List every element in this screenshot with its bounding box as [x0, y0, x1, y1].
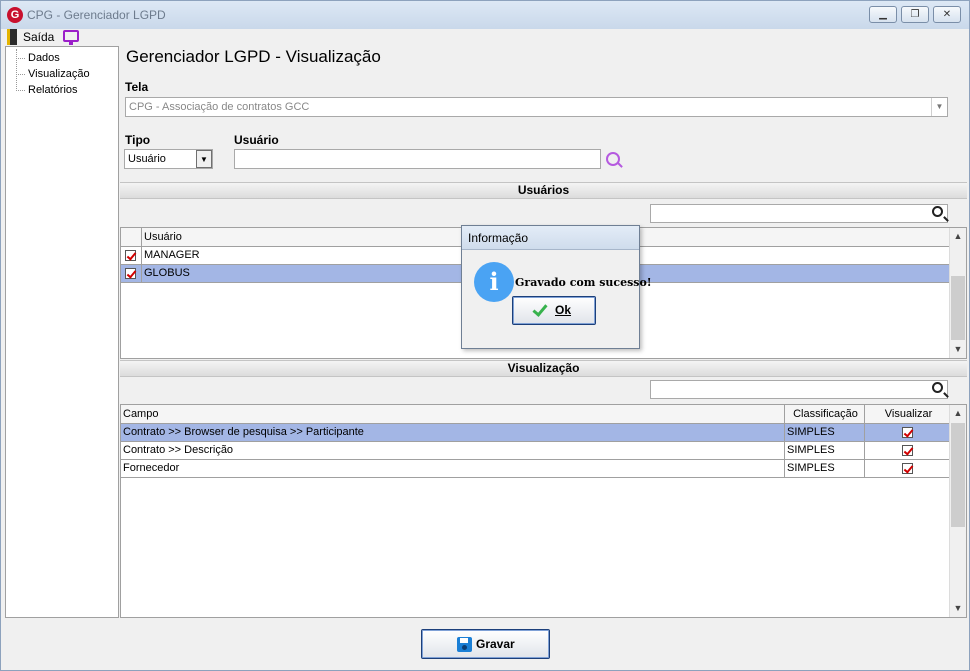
header-cell-visualizar[interactable]: Visualizar	[865, 405, 950, 424]
scroll-up-icon[interactable]: ▲	[950, 405, 966, 422]
row-campo: Contrato >> Descrição	[121, 442, 785, 460]
row-classificacao: SIMPLES	[785, 442, 865, 460]
close-icon: ✕	[942, 9, 952, 20]
checkbox[interactable]	[902, 463, 913, 474]
info-dialog: Informação i Gravado com sucesso! Ok	[461, 225, 652, 349]
chevron-down-icon[interactable]: ▼	[931, 98, 947, 116]
checkbox[interactable]	[125, 268, 136, 279]
ok-button-label: Ok	[555, 303, 572, 317]
ok-button[interactable]: Ok	[512, 296, 596, 325]
row-classificacao: SIMPLES	[785, 424, 865, 442]
table-row[interactable]: Contrato >> Browser de pesquisa >> Parti…	[121, 424, 950, 442]
checkbox[interactable]	[902, 445, 913, 456]
search-icon[interactable]	[606, 152, 620, 166]
usuarios-search-input[interactable]	[650, 204, 948, 223]
tree-item-dados[interactable]: Dados	[16, 51, 60, 65]
dialog-title[interactable]: Informação	[462, 226, 639, 250]
dialog-message: Gravado com sucesso!	[515, 276, 652, 289]
search-icon[interactable]	[932, 206, 943, 217]
title-bar[interactable]: G CPG - Gerenciador LGPD ▁ ❐ ✕	[1, 1, 969, 29]
visualizacao-search-input[interactable]	[650, 380, 948, 399]
row-visualizar-cell[interactable]	[865, 442, 950, 460]
tela-select[interactable]: CPG - Associação de contratos GCC ▼	[125, 97, 948, 117]
floppy-disk-icon	[457, 637, 472, 652]
exit-door-icon[interactable]	[7, 29, 17, 45]
save-button[interactable]: Gravar	[421, 629, 550, 659]
scroll-thumb[interactable]	[951, 423, 965, 527]
table-row[interactable]: Fornecedor SIMPLES	[121, 460, 950, 478]
tela-select-value: CPG - Associação de contratos GCC	[129, 101, 310, 113]
minimize-icon: ▁	[879, 9, 887, 20]
navigation-tree: Dados Visualização Relatórios	[5, 46, 119, 618]
page-title: Gerenciador LGPD - Visualização	[126, 47, 381, 66]
row-check-cell[interactable]	[121, 265, 142, 283]
tree-item-relatorios[interactable]: Relatórios	[16, 83, 78, 97]
usuarios-section-header: Usuários	[120, 182, 967, 199]
menu-bar: Saída	[1, 29, 969, 45]
app-logo-icon: G	[7, 7, 23, 23]
visualizacao-scrollbar[interactable]: ▲ ▼	[949, 405, 966, 617]
checkbox[interactable]	[902, 427, 913, 438]
tipo-select-value: Usuário	[128, 153, 166, 165]
header-cell-check	[121, 228, 142, 247]
header-cell-classificacao[interactable]: Classificação	[785, 405, 865, 424]
check-icon	[532, 301, 548, 317]
row-campo: Fornecedor	[121, 460, 785, 478]
visualizacao-section-header: Visualização	[120, 360, 967, 377]
scroll-down-icon[interactable]: ▼	[950, 600, 966, 617]
row-campo: Contrato >> Browser de pesquisa >> Parti…	[121, 424, 785, 442]
row-visualizar-cell[interactable]	[865, 424, 950, 442]
app-window: G CPG - Gerenciador LGPD ▁ ❐ ✕ Saída Dad…	[0, 0, 970, 671]
tree-item-visualizacao[interactable]: Visualização	[16, 67, 90, 81]
minimize-button[interactable]: ▁	[869, 6, 897, 23]
monitor-icon[interactable]	[63, 30, 79, 45]
tipo-label: Tipo	[125, 133, 151, 147]
chevron-down-icon[interactable]: ▼	[196, 150, 212, 168]
usuario-label: Usuário	[234, 133, 279, 147]
row-check-cell[interactable]	[121, 247, 142, 265]
window-title: CPG - Gerenciador LGPD	[27, 8, 166, 22]
tipo-select[interactable]: Usuário ▼	[124, 149, 213, 169]
checkbox[interactable]	[125, 250, 136, 261]
save-button-label: Gravar	[476, 637, 515, 651]
info-icon: i	[474, 262, 514, 302]
visualizacao-grid: Campo Classificação Visualizar Contrato …	[120, 404, 967, 618]
close-window-button[interactable]: ✕	[933, 6, 961, 23]
scroll-thumb[interactable]	[951, 276, 965, 340]
restore-button[interactable]: ❐	[901, 6, 929, 23]
usuarios-scrollbar[interactable]: ▲ ▼	[949, 228, 966, 358]
tela-label: Tela	[125, 80, 149, 94]
table-row[interactable]: Contrato >> Descrição SIMPLES	[121, 442, 950, 460]
visualizacao-grid-header: Campo Classificação Visualizar	[121, 405, 950, 424]
restore-icon: ❐	[910, 9, 920, 20]
row-classificacao: SIMPLES	[785, 460, 865, 478]
search-icon[interactable]	[932, 382, 943, 393]
scroll-up-icon[interactable]: ▲	[950, 228, 966, 245]
row-visualizar-cell[interactable]	[865, 460, 950, 478]
header-cell-campo[interactable]: Campo	[121, 405, 785, 424]
scroll-down-icon[interactable]: ▼	[950, 341, 966, 358]
usuario-input[interactable]	[234, 149, 601, 169]
menu-exit[interactable]: Saída	[23, 30, 54, 44]
